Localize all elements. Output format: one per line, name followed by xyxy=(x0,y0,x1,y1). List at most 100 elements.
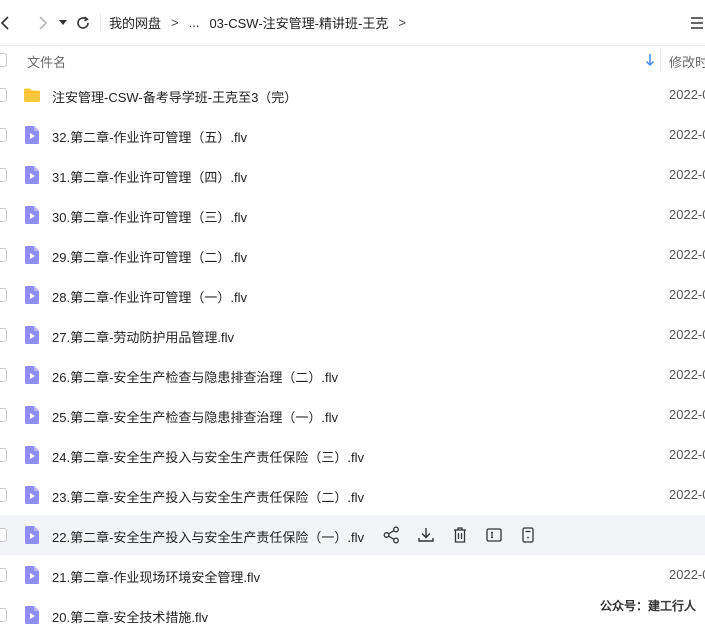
file-date: 2022-0 xyxy=(669,327,705,342)
share-icon xyxy=(383,526,399,544)
row-checkbox[interactable] xyxy=(0,568,7,582)
toolbar: 我的网盘 > ... 03-CSW-注安管理-精讲班-王克 > xyxy=(0,0,705,46)
file-row[interactable]: 24.第二章-安全生产投入与安全生产责任保险（三）.flv 2022-0 xyxy=(0,435,705,475)
list-header: 文件名 修改时间 xyxy=(0,46,705,74)
row-checkbox[interactable] xyxy=(0,448,7,462)
refresh-button[interactable] xyxy=(70,8,96,38)
file-date: 2022-0 xyxy=(669,87,705,102)
rename-button[interactable] xyxy=(484,525,504,545)
row-checkbox[interactable] xyxy=(0,88,7,102)
file-name[interactable]: 28.第二章-作业许可管理（一）.flv xyxy=(52,287,247,306)
row-actions xyxy=(382,525,552,545)
file-row[interactable]: 29.第二章-作业许可管理（二）.flv 2022-0 xyxy=(0,235,705,275)
video-file-icon xyxy=(25,246,39,264)
row-checkbox[interactable] xyxy=(0,608,7,622)
folder-row[interactable]: 注安管理-CSW-备考导学班-王克至3（完） 2022-0 xyxy=(0,75,705,115)
watermark-text: 公众号：建工行人 xyxy=(600,599,697,613)
file-date: 2022-0 xyxy=(669,127,705,142)
column-divider xyxy=(660,48,661,72)
column-header-name[interactable]: 文件名 xyxy=(27,52,66,71)
file-name[interactable]: 27.第二章-劳动防护用品管理.flv xyxy=(52,327,234,346)
more-button[interactable] xyxy=(518,525,538,545)
file-name[interactable]: 24.第二章-安全生产投入与安全生产责任保险（三）.flv xyxy=(52,447,364,466)
sort-arrow-icon[interactable] xyxy=(645,53,655,67)
rename-icon xyxy=(486,528,502,542)
toolbar-divider xyxy=(100,13,101,32)
row-checkbox[interactable] xyxy=(0,368,7,382)
file-row[interactable]: 31.第二章-作业许可管理（四）.flv 2022-0 xyxy=(0,155,705,195)
row-checkbox[interactable] xyxy=(0,408,7,422)
video-file-icon xyxy=(25,166,39,184)
row-checkbox[interactable] xyxy=(0,208,7,222)
video-file-icon xyxy=(25,526,39,544)
breadcrumb-separator: > xyxy=(171,15,179,30)
file-date: 2022-0 xyxy=(669,247,705,262)
file-row[interactable]: 22.第二章-安全生产投入与安全生产责任保险（一）.flv xyxy=(0,515,705,555)
chevron-left-icon xyxy=(0,15,9,30)
forward-button[interactable] xyxy=(30,8,56,38)
breadcrumb-separator: > xyxy=(398,15,406,30)
file-name[interactable]: 23.第二章-安全生产投入与安全生产责任保险（二）.flv xyxy=(52,487,364,506)
download-icon xyxy=(418,528,434,542)
video-file-icon xyxy=(25,606,39,624)
breadcrumb-ellipsis[interactable]: ... xyxy=(189,15,200,30)
back-button[interactable] xyxy=(0,8,18,38)
download-button[interactable] xyxy=(416,525,436,545)
row-checkbox[interactable] xyxy=(0,288,7,302)
select-all-checkbox[interactable] xyxy=(0,53,7,67)
file-row[interactable]: 26.第二章-安全生产检查与隐患排查治理（二）.flv 2022-0 xyxy=(0,355,705,395)
row-checkbox[interactable] xyxy=(0,488,7,502)
video-file-icon xyxy=(25,366,39,384)
video-file-icon xyxy=(25,566,39,584)
file-row[interactable]: 32.第二章-作业许可管理（五）.flv 2022-0 xyxy=(0,115,705,155)
delete-button[interactable] xyxy=(450,525,470,545)
row-checkbox[interactable] xyxy=(0,528,7,542)
chevron-right-icon xyxy=(39,15,48,30)
file-date: 2022-0 xyxy=(669,567,705,582)
view-mode-button[interactable] xyxy=(689,13,705,33)
file-name[interactable]: 32.第二章-作业许可管理（五）.flv xyxy=(52,127,247,146)
more-icon xyxy=(522,527,534,543)
column-header-date[interactable]: 修改时间 xyxy=(669,52,705,71)
file-row[interactable]: 27.第二章-劳动防护用品管理.flv 2022-0 xyxy=(0,315,705,355)
file-date: 2022-0 xyxy=(669,167,705,182)
file-name[interactable]: 21.第二章-作业现场环境安全管理.flv xyxy=(52,567,260,586)
file-date: 2022-0 xyxy=(669,407,705,422)
file-name[interactable]: 22.第二章-安全生产投入与安全生产责任保险（一）.flv xyxy=(52,527,364,546)
video-file-icon xyxy=(25,406,39,424)
video-file-icon xyxy=(25,326,39,344)
file-name[interactable]: 25.第二章-安全生产检查与隐患排查治理（一）.flv xyxy=(52,407,338,426)
file-name[interactable]: 31.第二章-作业许可管理（四）.flv xyxy=(52,167,247,186)
video-file-icon xyxy=(25,486,39,504)
file-name[interactable]: 注安管理-CSW-备考导学班-王克至3（完） xyxy=(52,87,297,106)
breadcrumb: 我的网盘 > ... 03-CSW-注安管理-精讲班-王克 > xyxy=(109,13,416,32)
file-row[interactable]: 28.第二章-作业许可管理（一）.flv 2022-0 xyxy=(0,275,705,315)
history-dropdown-button[interactable] xyxy=(56,8,70,38)
file-name[interactable]: 30.第二章-作业许可管理（三）.flv xyxy=(52,207,247,226)
file-row[interactable]: 21.第二章-作业现场环境安全管理.flv 2022-0 xyxy=(0,555,705,595)
row-checkbox[interactable] xyxy=(0,128,7,142)
trash-icon xyxy=(454,527,466,543)
breadcrumb-current[interactable]: 03-CSW-注安管理-精讲班-王克 xyxy=(209,13,388,32)
file-name[interactable]: 29.第二章-作业许可管理（二）.flv xyxy=(52,247,247,266)
file-date: 2022-0 xyxy=(669,287,705,302)
file-row[interactable]: 23.第二章-安全生产投入与安全生产责任保险（二）.flv 2022-0 xyxy=(0,475,705,515)
row-checkbox[interactable] xyxy=(0,168,7,182)
breadcrumb-root[interactable]: 我的网盘 xyxy=(109,13,161,32)
file-name[interactable]: 20.第二章-安全技术措施.flv xyxy=(52,607,208,626)
video-file-icon xyxy=(25,286,39,304)
file-date: 2022-0 xyxy=(669,487,705,502)
file-row[interactable]: 30.第二章-作业许可管理（三）.flv 2022-0 xyxy=(0,195,705,235)
video-file-icon xyxy=(25,206,39,224)
file-date: 2022-0 xyxy=(669,367,705,382)
file-name[interactable]: 26.第二章-安全生产检查与隐患排查治理（二）.flv xyxy=(52,367,338,386)
refresh-icon xyxy=(77,15,89,29)
caret-down-icon xyxy=(59,19,67,25)
file-row[interactable]: 25.第二章-安全生产检查与隐患排查治理（一）.flv 2022-0 xyxy=(0,395,705,435)
list-view-icon xyxy=(691,17,703,29)
file-date: 2022-0 xyxy=(669,447,705,462)
file-date: 2022-0 xyxy=(669,207,705,222)
row-checkbox[interactable] xyxy=(0,248,7,262)
row-checkbox[interactable] xyxy=(0,328,7,342)
share-button[interactable] xyxy=(382,525,402,545)
